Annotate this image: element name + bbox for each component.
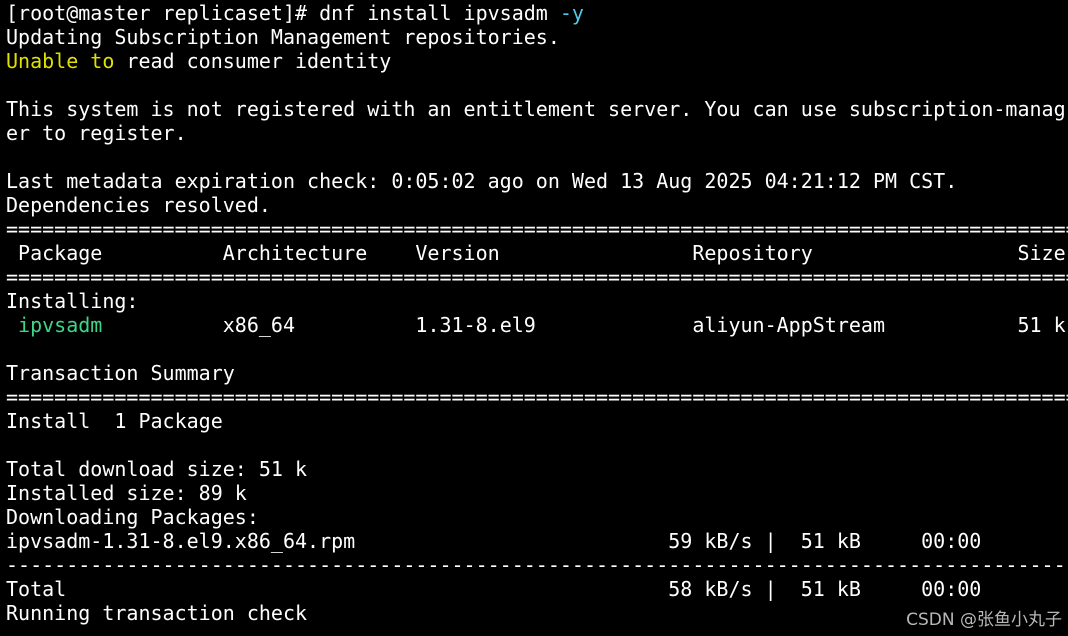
terminal-text: Unable to: [6, 49, 115, 73]
terminal-text: Package Architecture Version Repository …: [6, 241, 1066, 265]
terminal-line: Installed size: 89 k: [6, 481, 1066, 505]
terminal-line: Install 1 Package: [6, 409, 1066, 433]
terminal-text: Updating Subscription Management reposit…: [6, 25, 560, 49]
terminal-text: Running transaction check: [6, 601, 308, 625]
terminal-text: Dependencies resolved.: [6, 193, 271, 217]
terminal-text: er to register.: [6, 121, 187, 145]
terminal-line: Updating Subscription Management reposit…: [6, 25, 1066, 49]
terminal-line: ========================================…: [6, 265, 1068, 289]
terminal-output[interactable]: [root@master replicaset]# dnf install ip…: [6, 1, 1068, 625]
terminal-text: Total download size: 51 k: [6, 457, 308, 481]
terminal-line: ----------------------------------------…: [6, 553, 1068, 577]
terminal-line: Package Architecture Version Repository …: [6, 241, 1066, 265]
terminal-text: Installed size: 89 k: [6, 481, 247, 505]
terminal-text: Transaction Summary: [6, 361, 235, 385]
terminal-text: [root@master replicaset]# dnf install ip…: [6, 1, 560, 25]
terminal-line: ========================================…: [6, 385, 1068, 409]
terminal-line: Transaction Summary: [6, 361, 1066, 385]
terminal-text: ----------------------------------------…: [6, 553, 1068, 577]
terminal-text: -y: [559, 1, 584, 25]
terminal-line: Last metadata expiration check: 0:05:02 …: [6, 169, 1066, 193]
terminal-text: Last metadata expiration check: 0:05:02 …: [6, 169, 958, 193]
terminal-line: ipvsadm x86_64 1.31-8.el9 aliyun-AppStre…: [6, 313, 1066, 337]
terminal-text: ========================================…: [6, 385, 1068, 409]
terminal-line: Total download size: 51 k: [6, 457, 1066, 481]
terminal-text: ========================================…: [6, 217, 1068, 241]
terminal-text: Installing:: [6, 289, 139, 313]
terminal-text: x86_64 1.31-8.el9 aliyun-AppStream 51 k: [102, 313, 1066, 337]
terminal-line: This system is not registered with an en…: [6, 97, 1066, 121]
terminal-text: ipvsadm: [18, 313, 103, 337]
terminal-line: Downloading Packages:: [6, 505, 1066, 529]
csdn-watermark: CSDN @张鱼小丸子: [906, 610, 1062, 630]
terminal-text: This system is not registered with an en…: [6, 97, 1066, 121]
terminal-line: Total 58 kB/s | 51 kB 00:00: [6, 577, 1066, 601]
terminal-text: ========================================…: [6, 265, 1068, 289]
terminal-line: Installing:: [6, 289, 1066, 313]
terminal-text: ipvsadm-1.31-8.el9.x86_64.rpm 59 kB/s | …: [6, 529, 982, 553]
terminal-line: Unable to read consumer identity: [6, 49, 1066, 73]
terminal-line: [root@master replicaset]# dnf install ip…: [6, 1, 1066, 25]
terminal-text: Install 1 Package: [6, 409, 223, 433]
terminal-line: er to register.: [6, 121, 1066, 145]
terminal-text: Downloading Packages:: [6, 505, 259, 529]
terminal-line: Dependencies resolved.: [6, 193, 1066, 217]
terminal-line: ========================================…: [6, 217, 1068, 241]
terminal-text: read consumer identity: [114, 49, 392, 73]
terminal-line: ipvsadm-1.31-8.el9.x86_64.rpm 59 kB/s | …: [6, 529, 1066, 553]
terminal-text: Total 58 kB/s | 51 kB 00:00: [6, 577, 982, 601]
